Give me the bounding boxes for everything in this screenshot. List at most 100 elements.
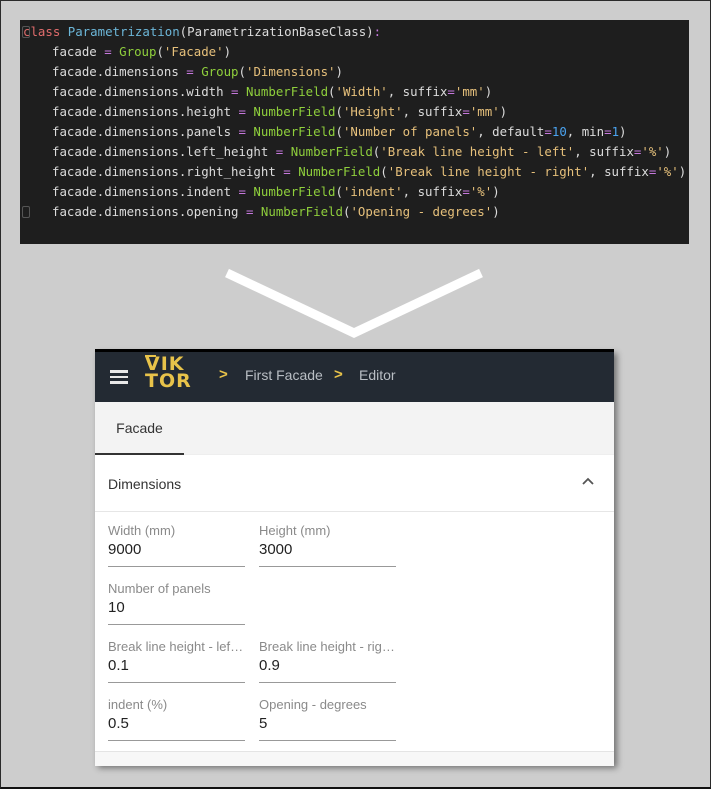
code-token: , suffix — [589, 164, 649, 179]
code-token: ( — [328, 84, 336, 99]
right-height-input[interactable] — [259, 657, 389, 674]
code-token: 1 — [611, 124, 620, 139]
fold-marker-icon — [22, 26, 30, 38]
code-token: 'indent' — [342, 184, 403, 199]
code-token: , suffix — [574, 144, 634, 159]
breadcrumb-editor[interactable]: Editor — [359, 367, 396, 383]
code-line: class Parametrization(ParametrizationBas… — [20, 22, 689, 42]
right-height-field[interactable]: Break line height - righ... — [259, 639, 396, 683]
screenshot-frame: class Parametrization(ParametrizationBas… — [0, 0, 711, 789]
code-token: facade — [52, 44, 105, 59]
code-token: ( — [380, 164, 388, 179]
code-token: ) — [223, 44, 232, 59]
width-input[interactable] — [108, 541, 238, 558]
code-token: ) — [492, 204, 500, 219]
code-line: facade.dimensions.indent = NumberField('… — [20, 182, 689, 202]
width-field[interactable]: Width (mm) — [108, 523, 245, 567]
code-token: ) — [499, 104, 508, 119]
code-line: facade.dimensions.panels = NumberField('… — [20, 122, 689, 142]
code-token: NumberField — [283, 144, 373, 159]
indent-input[interactable] — [108, 715, 238, 732]
height-input[interactable] — [259, 541, 389, 558]
code-line: facade.dimensions = Group('Dimensions') — [20, 62, 689, 82]
code-token: = — [238, 104, 246, 119]
panel-footer — [95, 751, 614, 766]
left-height-input[interactable] — [108, 657, 238, 674]
code-line: facade.dimensions.width = NumberField('W… — [20, 82, 689, 102]
code-token: : — [373, 24, 382, 39]
code-token: 10 — [551, 124, 567, 139]
code-token: 'Opening - degrees' — [350, 204, 493, 219]
code-line: facade.dimensions.opening = NumberField(… — [20, 202, 689, 222]
code-token: NumberField — [238, 84, 329, 99]
indent-field[interactable]: indent (%) — [108, 697, 245, 741]
breadcrumb-chevron-icon: > — [219, 366, 228, 383]
code-token: 'mm' — [469, 104, 500, 119]
code-token: facade.dimensions.height — [52, 104, 239, 119]
viktor-logo[interactable]: VIK TOR — [145, 355, 192, 392]
code-token: = — [447, 84, 455, 99]
code-token: ( — [335, 104, 343, 119]
field-label: Number of panels — [108, 581, 211, 596]
logo-bottom: TOR — [145, 370, 192, 392]
section-header-dimensions[interactable]: Dimensions — [95, 455, 614, 512]
left-height-field[interactable]: Break line height - left ... — [108, 639, 245, 683]
code-line: facade = Group('Facade') — [20, 42, 689, 62]
code-token: NumberField — [245, 184, 336, 199]
breadcrumb-chevron-icon: > — [334, 366, 343, 383]
code-token: facade.dimensions.opening — [52, 204, 246, 219]
field-label: Opening - degrees — [259, 697, 367, 712]
code-token: '%' — [641, 144, 664, 159]
code-token: ( — [335, 124, 343, 139]
menu-icon[interactable] — [110, 370, 128, 384]
chevron-down-arrow-icon — [225, 268, 483, 338]
code-token: = — [604, 124, 612, 139]
code-token: 'Dimensions' — [245, 64, 336, 79]
code-token: ) — [663, 144, 672, 159]
field-label: Break line height - left ... — [108, 639, 245, 654]
field-label: Height (mm) — [259, 523, 331, 538]
code-token: 'mm' — [454, 84, 485, 99]
tab-facade[interactable]: Facade — [95, 402, 184, 454]
code-token: = — [238, 124, 246, 139]
code-token: facade.dimensions.left_height — [52, 144, 276, 159]
viktor-app-window: VIK TOR > First Facade > Editor Facade D… — [95, 349, 614, 766]
breadcrumb-first-facade[interactable]: First Facade — [245, 367, 323, 383]
code-line: facade.dimensions.right_height = NumberF… — [20, 162, 689, 182]
code-token: , suffix — [402, 104, 463, 119]
code-token: ) — [492, 184, 500, 199]
code-token: 'Facade' — [163, 44, 224, 59]
code-snippet: class Parametrization(ParametrizationBas… — [20, 20, 689, 244]
opening-input[interactable] — [259, 715, 389, 732]
code-token: ( — [335, 184, 343, 199]
field-label: indent (%) — [108, 697, 168, 712]
code-token: 'Break line height - left' — [380, 144, 575, 159]
code-line: facade.dimensions.left_height = NumberFi… — [20, 142, 689, 162]
code-token: = — [283, 164, 291, 179]
code-token: 'Break line height - right' — [387, 164, 590, 179]
code-token: '%' — [656, 164, 679, 179]
code-token: Group — [111, 44, 157, 59]
code-token: ) — [619, 124, 627, 139]
code-token: '%' — [469, 184, 493, 199]
code-token: = — [544, 124, 552, 139]
field-label: Break line height - righ... — [259, 639, 396, 654]
code-token: ( — [238, 64, 246, 79]
height-field[interactable]: Height (mm) — [259, 523, 396, 567]
code-token: NumberField — [245, 104, 336, 119]
field-label: Width (mm) — [108, 523, 176, 538]
code-token: = — [104, 44, 112, 59]
panels-field[interactable]: Number of panels — [108, 581, 245, 625]
opening-field[interactable]: Opening - degrees — [259, 697, 396, 741]
code-token: = — [231, 84, 239, 99]
code-token: Group — [193, 64, 239, 79]
code-token: = — [462, 104, 470, 119]
code-token: = — [238, 184, 246, 199]
code-token: NumberField — [245, 124, 336, 139]
code-token: , default — [477, 124, 545, 139]
chevron-up-icon[interactable] — [582, 477, 594, 487]
code-token: facade.dimensions.width — [52, 84, 232, 99]
code-token: , suffix — [402, 184, 463, 199]
top-bar: VIK TOR > First Facade > Editor — [95, 349, 614, 402]
panels-input[interactable] — [108, 599, 238, 616]
